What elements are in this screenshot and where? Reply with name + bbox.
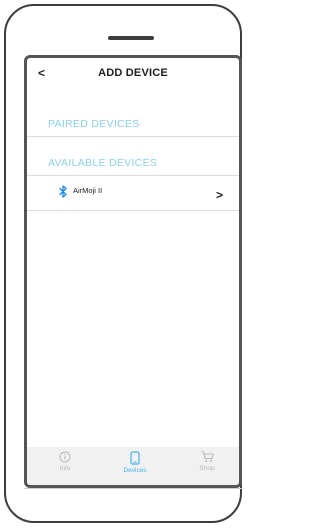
available-devices-header: AVAILABLE DEVICES bbox=[27, 155, 239, 176]
page-title: ADD DEVICE bbox=[98, 67, 168, 79]
top-bar: < ADD DEVICE bbox=[27, 58, 239, 92]
screen-bottom-edge bbox=[24, 488, 242, 495]
phone-speaker bbox=[108, 36, 154, 40]
nav-item-info[interactable]: Info bbox=[40, 451, 90, 472]
paired-devices-header: PAIRED DEVICES bbox=[27, 116, 239, 137]
app-screen: < ADD DEVICE PAIRED DEVICES AVAILABLE DE… bbox=[24, 55, 242, 488]
nav-item-shop[interactable]: Shop bbox=[182, 451, 232, 472]
nav-label-devices: Devices bbox=[123, 467, 147, 474]
paired-devices-label: PAIRED DEVICES bbox=[48, 118, 140, 130]
nav-label-info: Info bbox=[59, 465, 71, 472]
device-row-airmoji[interactable]: AirMoji II > bbox=[27, 176, 239, 211]
chevron-right-icon[interactable]: > bbox=[216, 188, 223, 202]
available-devices-label: AVAILABLE DEVICES bbox=[48, 157, 158, 169]
device-name: AirMoji II bbox=[73, 186, 103, 195]
nav-label-shop: Shop bbox=[199, 465, 215, 472]
nav-item-devices[interactable]: Devices bbox=[110, 451, 160, 474]
cart-icon bbox=[201, 451, 214, 462]
bluetooth-icon bbox=[59, 185, 67, 198]
bottom-nav: Info Devices Shop bbox=[27, 447, 239, 485]
device-icon bbox=[130, 451, 140, 465]
info-icon bbox=[59, 451, 71, 463]
